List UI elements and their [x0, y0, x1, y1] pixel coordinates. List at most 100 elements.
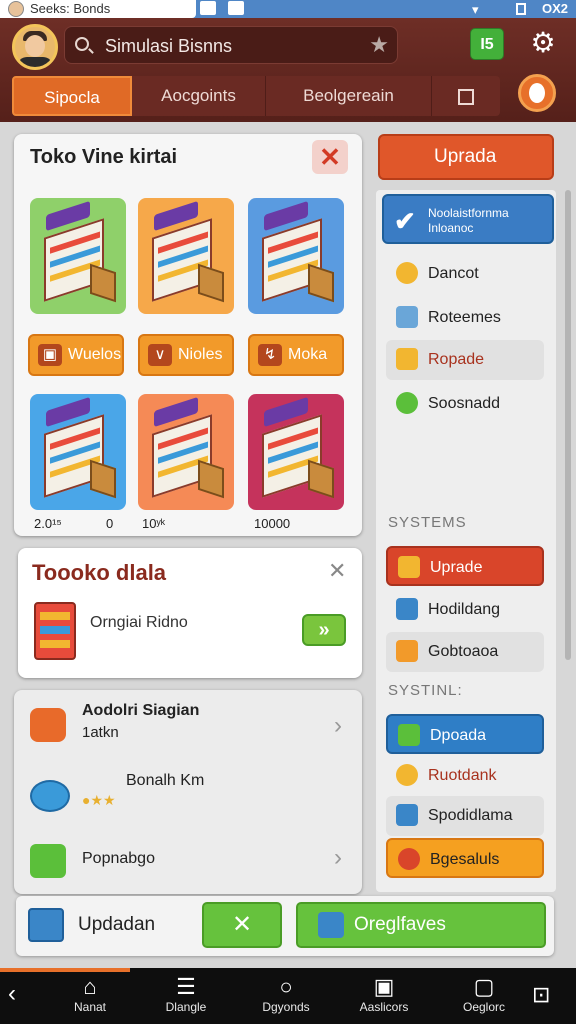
action-bar: Updadan ✕ Oreglfaves: [16, 896, 554, 956]
list-card: Aodolri Siagian 1atkn › ●★★ Bonalh Km Po…: [14, 690, 362, 894]
sun-icon: [396, 262, 418, 284]
app-header: Simulasi Bisnns ★ I5 ⚙ Sipocla Aocgoints…: [0, 18, 576, 122]
battery-icon: [516, 3, 526, 15]
cash-icon: [398, 724, 420, 746]
coin-icon: [30, 780, 70, 812]
shop-tile-4[interactable]: [30, 394, 126, 510]
bottom-nav: ‹ ⌂ Nanat ☰ Dlangle ○ Dgyonds ▣ Aaslicor…: [0, 968, 576, 1024]
briefcase-icon: ▣: [373, 974, 395, 999]
detail-card-title: Toooko dlala: [32, 560, 167, 585]
main-area: Toko Vine kirtai ✕ ▣ Wuelos ∨ Nioles ↯ M…: [0, 122, 576, 968]
shop-tile-5[interactable]: [138, 394, 234, 510]
bag-green-icon: [30, 844, 66, 878]
list-item[interactable]: ●★★ Bonalh Km: [14, 760, 360, 830]
list-item[interactable]: Aodolri Siagian 1atkn ›: [14, 690, 360, 760]
diamond-icon: [398, 556, 420, 578]
package-icon: [396, 348, 418, 370]
shop-tile-2[interactable]: [138, 198, 234, 314]
sidebar-banner[interactable]: ✔ Noolaistfornma Inloanoc: [382, 194, 554, 244]
grid-icon[interactable]: ⊡: [532, 982, 550, 1008]
sidebar-item-ropade[interactable]: Ropade: [386, 340, 544, 380]
price-2: 0: [106, 516, 114, 531]
nav-item-oeglorc[interactable]: ▢ Oeglorc: [444, 974, 524, 1014]
price-4: 10000: [254, 516, 291, 531]
profile-avatar[interactable]: [12, 24, 58, 70]
go-forward-button[interactable]: »: [302, 614, 346, 646]
sidebar-item-roteemes[interactable]: Roteemes: [386, 298, 544, 338]
calendar-icon: [458, 88, 474, 105]
tab-bar: Sipocla Aocgoints Beolgereain: [12, 76, 500, 116]
box-icon: [28, 908, 64, 942]
reward-icons: ●★★: [82, 792, 116, 808]
status-bar: Seeks: Bonds ▾ OX2: [0, 0, 576, 18]
search-bar[interactable]: Simulasi Bisnns ★: [64, 26, 398, 64]
wifi-icon: ▾: [472, 2, 479, 17]
nav-item-aaslicors[interactable]: ▣ Aaslicors: [344, 974, 424, 1014]
bag-icon: [30, 708, 66, 742]
chevron-right-icon: ›: [334, 712, 342, 739]
target-icon: [398, 848, 420, 870]
status-right-text: OX2: [541, 1, 568, 16]
status-app-name: Seeks: Bonds: [30, 1, 111, 16]
notification-icon-2: [228, 1, 244, 15]
price-3: 10ʸᵏ: [142, 516, 166, 531]
nav-accent: [0, 968, 130, 972]
sidebar-item-ruotdank[interactable]: Ruotdank: [386, 756, 544, 796]
detail-card: Toooko dlala ✕ Orngiai Ridno »: [18, 548, 362, 678]
shop-tile-6[interactable]: [248, 394, 344, 510]
tab-aocgoints[interactable]: Aocgoints: [132, 76, 266, 116]
chip-nioles[interactable]: ∨ Nioles: [138, 334, 234, 376]
list-item[interactable]: Popnabgo ›: [14, 830, 360, 894]
nav-item-nanat[interactable]: ⌂ Nanat: [50, 974, 130, 1014]
sidebar-item-dpoada[interactable]: Dpoada: [386, 714, 544, 754]
coin-button[interactable]: [518, 74, 556, 112]
sidebar-item-soosnadd[interactable]: Soosnadd: [386, 384, 544, 424]
star-icon[interactable]: ★: [369, 32, 389, 58]
sidebar-heading-systems: SYSTEMS: [388, 514, 467, 531]
gear-icon[interactable]: ⚙: [528, 28, 558, 58]
sidebar-item-dancot[interactable]: Dancot: [386, 254, 544, 294]
menu-icon: ☰: [176, 974, 196, 999]
tab-beolgereain[interactable]: Beolgereain: [266, 76, 432, 116]
back-icon[interactable]: ‹: [8, 980, 16, 1008]
chevron-right-icon: ›: [334, 844, 342, 871]
store-building-icon: [34, 602, 76, 660]
phone-icon: ▢: [473, 974, 495, 999]
status-avatar-icon: [8, 1, 24, 17]
sidebar-item-uprade[interactable]: Uprade: [386, 546, 544, 586]
notification-icon: [200, 1, 216, 15]
crate-icon: [396, 640, 418, 662]
tab-sipocla[interactable]: Sipocla: [12, 76, 132, 116]
detail-subtitle: Orngiai Ridno: [90, 614, 188, 631]
stats-button[interactable]: I5: [470, 28, 504, 60]
shop-tile-1[interactable]: [30, 198, 126, 314]
store-card: Toko Vine kirtai ✕ ▣ Wuelos ∨ Nioles ↯ M…: [14, 134, 362, 536]
store-close-button[interactable]: ✕: [312, 140, 348, 174]
coins-icon: [396, 764, 418, 786]
chip-wuelos[interactable]: ▣ Wuelos: [28, 334, 124, 376]
tag-icon: [396, 804, 418, 826]
sidebar-item-gobtoaoa[interactable]: Gobtoaoa: [386, 632, 544, 672]
close-x-button[interactable]: ✕: [202, 902, 282, 948]
chip-moka[interactable]: ↯ Moka: [248, 334, 344, 376]
tab-extra[interactable]: [432, 76, 500, 116]
oreglfaves-button[interactable]: Oreglfaves: [296, 902, 546, 948]
sidebar-item-spodidlama[interactable]: Spodidlama: [386, 796, 544, 836]
shop-icon: ▣: [38, 344, 62, 366]
nav-item-dgyonds[interactable]: ○ Dgyonds: [246, 974, 326, 1014]
search-input[interactable]: Simulasi Bisnns: [105, 36, 232, 57]
shop-tile-3[interactable]: [248, 198, 344, 314]
sidebar-heading-systinl: SYSTINL:: [388, 682, 463, 699]
nav-item-dlangle[interactable]: ☰ Dlangle: [146, 974, 226, 1014]
update-button[interactable]: Uprada: [378, 134, 554, 180]
detail-close-button[interactable]: ✕: [328, 558, 346, 584]
sidebar-item-hodildang[interactable]: Hodildang: [386, 590, 544, 630]
scrollbar[interactable]: [565, 190, 571, 660]
document-icon: [318, 912, 344, 938]
price-1: 2.0¹⁵: [34, 516, 62, 531]
sidebar-item-bgesaluls[interactable]: Bgesaluls: [386, 838, 544, 878]
bolt-icon: ↯: [258, 344, 282, 366]
plant-icon: [396, 392, 418, 414]
home-icon: ⌂: [83, 974, 97, 999]
update-label[interactable]: Updadan: [78, 914, 155, 936]
